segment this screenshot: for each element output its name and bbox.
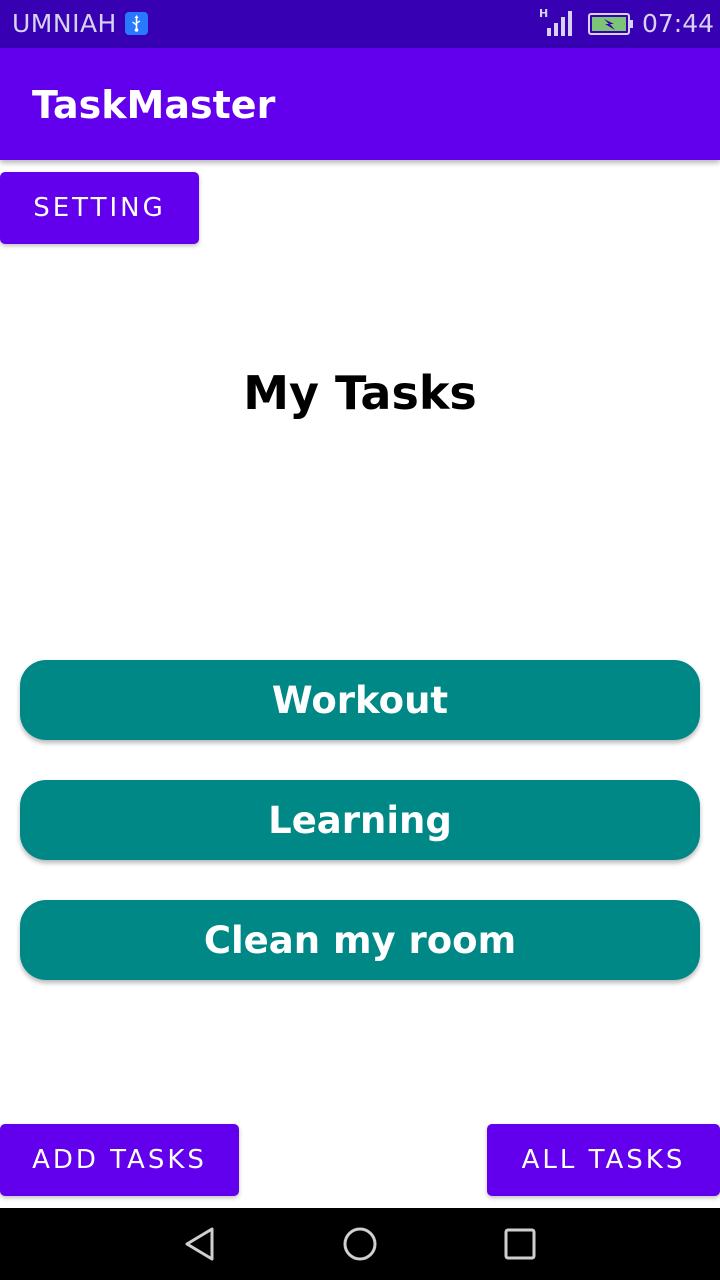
carrier-name: UMNIAH — [12, 9, 117, 38]
page-title: My Tasks — [243, 366, 477, 420]
status-bar: UMNIAH H 07:44 — [0, 0, 720, 48]
home-icon[interactable] — [342, 1226, 378, 1262]
navigation-bar — [0, 1208, 720, 1280]
app-title: TaskMaster — [32, 83, 276, 127]
back-icon[interactable] — [182, 1226, 218, 1262]
setting-button[interactable]: SETTING — [0, 172, 199, 244]
network-type-label: H — [539, 7, 548, 20]
app-bar: TaskMaster — [0, 48, 720, 160]
task-button-workout[interactable]: Workout — [20, 660, 700, 740]
task-button-clean-my-room[interactable]: Clean my room — [20, 900, 700, 980]
usb-icon — [125, 12, 148, 35]
recent-apps-icon[interactable] — [502, 1226, 538, 1262]
clock: 07:44 — [642, 9, 715, 38]
all-tasks-button[interactable]: ALL TASKS — [487, 1124, 720, 1196]
signal-icon: H — [538, 6, 578, 38]
battery-icon — [588, 12, 634, 36]
task-button-learning[interactable]: Learning — [20, 780, 700, 860]
add-tasks-button[interactable]: ADD TASKS — [0, 1124, 239, 1196]
